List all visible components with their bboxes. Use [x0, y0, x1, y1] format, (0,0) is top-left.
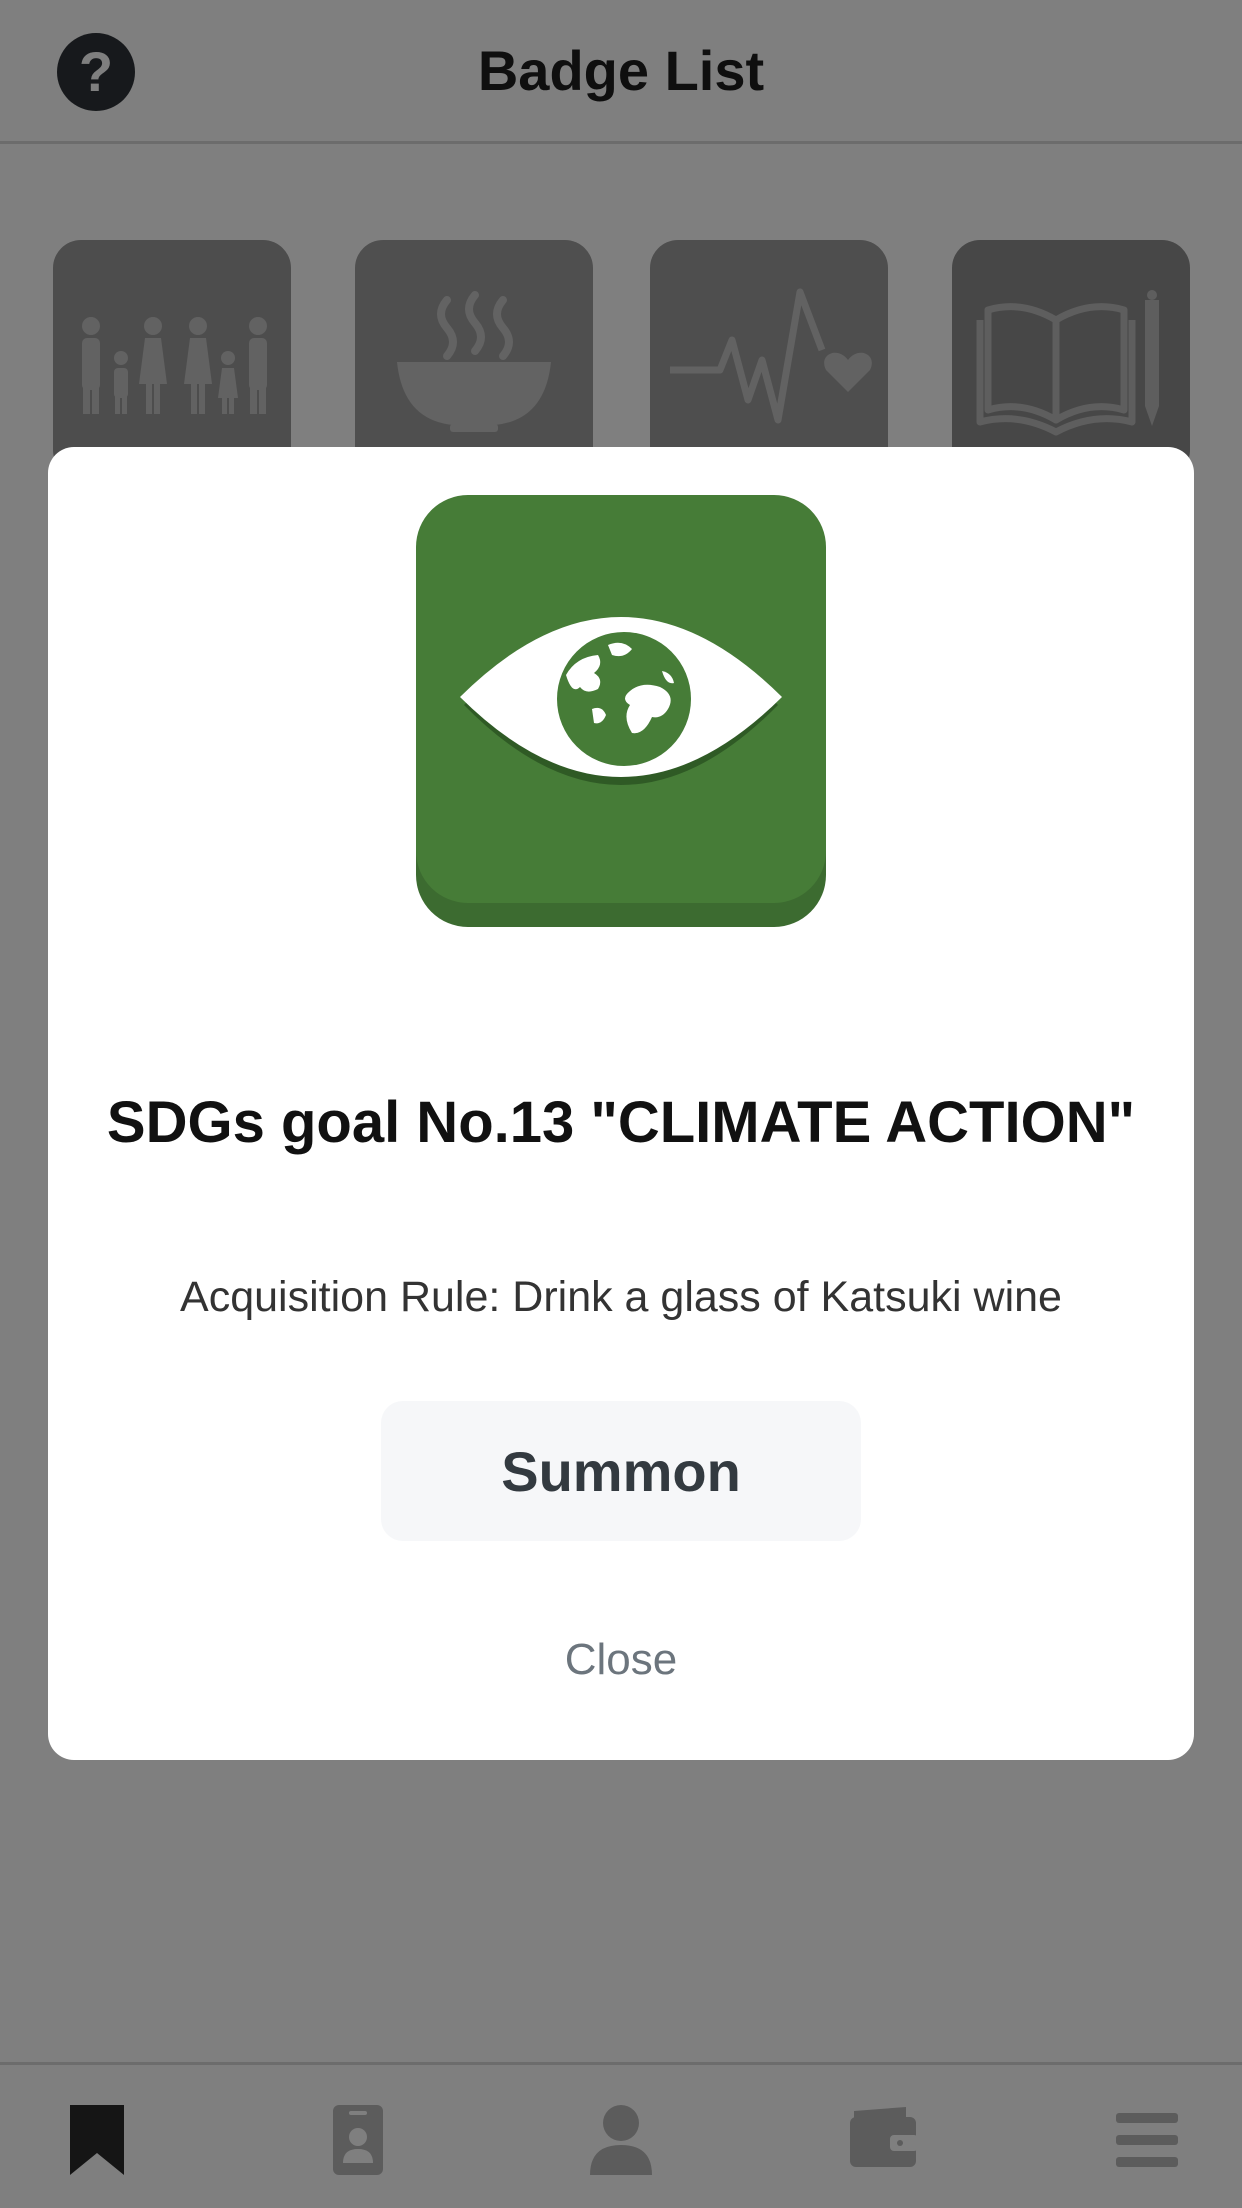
close-button[interactable]: Close — [48, 1635, 1194, 1685]
summon-button[interactable]: Summon — [381, 1401, 861, 1541]
acquisition-rule-text: Acquisition Rule: Drink a glass of Katsu… — [180, 1273, 1062, 1321]
badge-title: SDGs goal No.13 "CLIMATE ACTION" — [106, 1090, 1136, 1155]
badge-detail-modal: SDGs goal No.13 "CLIMATE ACTION" Acquisi… — [48, 447, 1194, 1760]
eye-globe-icon — [416, 495, 826, 927]
